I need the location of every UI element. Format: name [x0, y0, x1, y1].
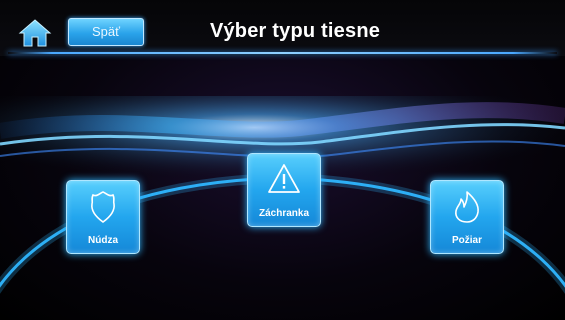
emergency-tile-poziar[interactable]: Požiar	[430, 180, 504, 254]
header-bar: Späť Výber typu tiesne	[0, 0, 565, 56]
back-button[interactable]: Späť	[68, 18, 144, 46]
emergency-tile-nudza[interactable]: Núdza	[66, 180, 140, 254]
home-icon	[18, 19, 52, 47]
tile-label-nudza: Núdza	[88, 235, 118, 246]
tile-label-poziar: Požiar	[451, 235, 482, 246]
police-badge-icon	[91, 191, 115, 223]
header-divider	[8, 52, 557, 54]
page-title: Výber typu tiesne	[209, 20, 381, 42]
fire-icon	[455, 191, 479, 223]
emergency-type-screen: Späť Výber typu tiesne Núdza Záchranka P…	[0, 0, 565, 320]
warning-triangle-icon	[268, 164, 300, 193]
home-button[interactable]	[18, 18, 52, 48]
emergency-tile-zachranka[interactable]: Záchranka	[247, 153, 321, 227]
tile-label-zachranka: Záchranka	[258, 208, 310, 219]
